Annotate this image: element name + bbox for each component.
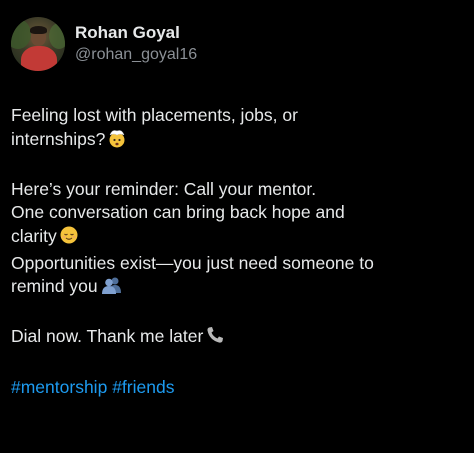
post-line: One conversation can bring back hope and xyxy=(11,201,466,225)
post-text: Opportunities exist—you just need someon… xyxy=(11,252,374,273)
post-header: Rohan Goyal @rohan_goyal16 xyxy=(11,14,197,74)
post-text: remind you xyxy=(11,276,98,297)
avatar[interactable] xyxy=(11,17,65,71)
post-text: Here’s your reminder: Call your mentor. xyxy=(11,178,317,199)
post-text: Dial now. Thank me later xyxy=(11,326,204,347)
exploding-head-icon xyxy=(107,128,127,155)
post-card: Rohan Goyal @rohan_goyal16 Feeling lost … xyxy=(0,0,474,453)
post-line: Opportunities exist—you just need someon… xyxy=(11,252,466,276)
post-text: clarity xyxy=(11,225,57,246)
post-line: Feeling lost with placements, jobs, or xyxy=(11,104,466,128)
post-text: One conversation can bring back hope and xyxy=(11,202,345,223)
author-info: Rohan Goyal @rohan_goyal16 xyxy=(75,22,197,66)
post-line: Here’s your reminder: Call your mentor. xyxy=(11,178,466,202)
telephone-receiver-icon xyxy=(205,325,225,352)
author-display-name[interactable]: Rohan Goyal xyxy=(75,22,197,44)
post-line: remind you xyxy=(11,275,466,302)
post-text: internships? xyxy=(11,128,106,149)
relieved-face-icon xyxy=(59,225,79,252)
hashtag-link[interactable]: #mentorship xyxy=(11,377,107,397)
author-handle[interactable]: @rohan_goyal16 xyxy=(75,44,197,66)
post-line: internships? xyxy=(11,128,466,155)
busts-in-silhouette-icon xyxy=(100,275,124,302)
post-line: Dial now. Thank me later xyxy=(11,325,466,352)
post-line: clarity xyxy=(11,225,466,252)
post-text: Feeling lost with placements, jobs, or xyxy=(11,105,298,125)
post-body: Feeling lost with placements, jobs, or i… xyxy=(11,104,466,399)
hashtag-link[interactable]: #friends xyxy=(112,377,174,397)
hashtags-line: #mentorship #friends xyxy=(11,376,466,400)
